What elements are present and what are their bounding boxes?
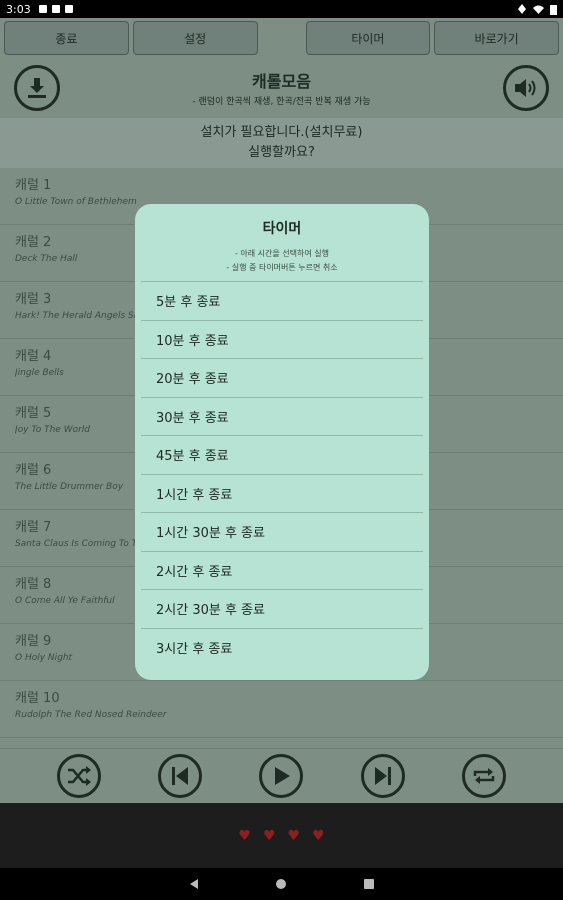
timer-option[interactable]: 5분 후 종료 bbox=[141, 282, 423, 321]
timer-option[interactable]: 3시간 후 종료 bbox=[141, 629, 423, 668]
back-icon[interactable] bbox=[189, 879, 198, 889]
notification-icons bbox=[38, 5, 73, 13]
speaker-icon bbox=[515, 79, 536, 97]
timer-option[interactable]: 1시간 후 종료 bbox=[141, 475, 423, 513]
song-title: 캐럴 10 bbox=[15, 691, 60, 706]
play-icon bbox=[275, 767, 291, 785]
header: 캐롤모음 - 랜덤이 한곡씩 재생, 한곡/전곡 반복 재생 가능 bbox=[0, 58, 563, 118]
skip-next-icon bbox=[374, 767, 391, 785]
previous-button[interactable] bbox=[158, 754, 203, 798]
notification-icon bbox=[38, 5, 47, 13]
next-button[interactable] bbox=[360, 754, 405, 798]
shuffle-icon bbox=[68, 766, 92, 786]
home-icon[interactable] bbox=[275, 879, 286, 889]
repeat-button[interactable] bbox=[461, 754, 506, 798]
timer-option-list: 5분 후 종료 10분 후 종료 20분 후 종료 30분 후 종료 45분 후… bbox=[141, 281, 423, 667]
shortcut-button[interactable]: 바로가기 bbox=[434, 21, 559, 55]
timer-option[interactable]: 30분 후 종료 bbox=[141, 398, 423, 436]
status-bar: 3:03 bbox=[0, 0, 563, 18]
battery-icon bbox=[550, 4, 557, 15]
status-time: 3:03 bbox=[6, 2, 31, 16]
install-banner-line1: 설치가 필요합니다.(설치무료) bbox=[200, 125, 363, 140]
notification-icon bbox=[64, 5, 73, 13]
page-subtitle: - 랜덤이 한곡씩 재생, 한곡/전곡 반복 재생 가능 bbox=[192, 97, 371, 107]
shuffle-button[interactable] bbox=[57, 754, 102, 798]
heart-icon: ♥ bbox=[312, 827, 325, 844]
skip-previous-icon bbox=[172, 767, 189, 785]
playback-controls bbox=[0, 748, 563, 803]
settings-button[interactable]: 설정 bbox=[132, 21, 258, 55]
song-subtitle: Rudolph The Red Nosed Reindeer bbox=[15, 710, 167, 720]
timer-dialog: 타이머 - 아래 시간을 선택하여 실행 - 실행 중 타이머버튼 누르면 취소… bbox=[135, 204, 429, 680]
timer-option[interactable]: 20분 후 종료 bbox=[141, 359, 423, 398]
timer-dialog-title: 타이머 bbox=[262, 221, 302, 237]
recent-apps-icon[interactable] bbox=[363, 879, 374, 889]
timer-option[interactable]: 2시간 30분 후 종료 bbox=[141, 590, 423, 629]
button-gap bbox=[262, 21, 302, 55]
heart-icon: ♥ bbox=[238, 827, 251, 844]
wifi-icon bbox=[533, 5, 544, 14]
timer-option[interactable]: 45분 후 종료 bbox=[141, 436, 423, 475]
timer-dialog-hint: - 아래 시간을 선택하여 실행 bbox=[234, 249, 330, 258]
ad-area: ♥ ♥ ♥ ♥ bbox=[0, 803, 563, 868]
location-icon bbox=[518, 4, 526, 14]
install-banner[interactable]: 설치가 필요합니다.(설치무료) 실행할까요? bbox=[0, 118, 563, 168]
heart-icon: ♥ bbox=[262, 827, 276, 844]
list-item[interactable]: 캐럴 10 Rudolph The Red Nosed Reindeer bbox=[0, 681, 563, 738]
exit-button[interactable]: 종료 bbox=[4, 21, 129, 55]
speaker-button[interactable] bbox=[503, 65, 549, 111]
timer-dialog-hint: - 실행 중 타이머버튼 누르면 취소 bbox=[226, 263, 338, 272]
timer-option[interactable]: 2시간 후 종료 bbox=[141, 552, 423, 590]
play-button[interactable] bbox=[259, 754, 304, 798]
repeat-icon bbox=[473, 768, 495, 784]
timer-option[interactable]: 10분 후 종료 bbox=[141, 321, 423, 359]
top-button-bar: 종료 설정 타이머 바로가기 bbox=[0, 18, 563, 58]
system-icons bbox=[517, 4, 557, 15]
system-nav-bar bbox=[0, 868, 563, 900]
song-title: 캐럴 1 bbox=[15, 178, 52, 193]
timer-button[interactable]: 타이머 bbox=[305, 21, 431, 55]
heart-icon: ♥ bbox=[287, 827, 301, 844]
timer-option[interactable]: 1시간 30분 후 종료 bbox=[141, 513, 423, 552]
page-title: 캐롤모음 bbox=[252, 72, 311, 91]
notification-icon bbox=[51, 5, 60, 13]
install-banner-line2: 실행할까요? bbox=[248, 145, 315, 160]
